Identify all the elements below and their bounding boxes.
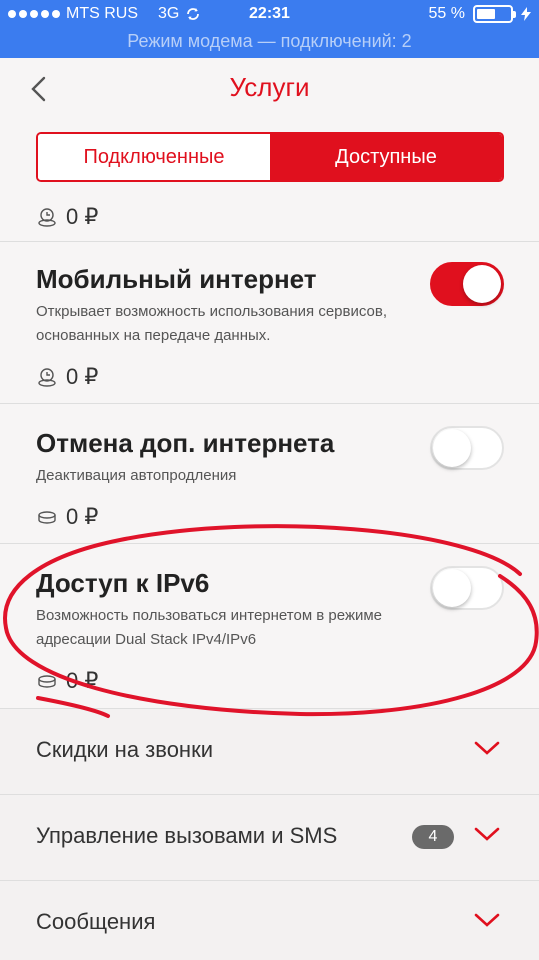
count-badge: 4 [412,825,454,849]
service-title: Мобильный интернет [36,264,317,294]
charging-icon [521,7,531,21]
tab-connected[interactable]: Подключенные [38,134,270,180]
section-calls-and-sms[interactable]: Управление вызовами и SMS 4 [0,794,539,880]
service-title: Отмена доп. интернета [36,428,335,458]
chevron-down-icon [474,913,500,927]
section-call-discounts[interactable]: Скидки на звонки [0,708,539,794]
service-price: 0 ₽ [66,204,99,229]
service-item: Мобильный интернет Открывает возможность… [0,242,539,404]
service-title: Доступ к IPv6 [36,568,210,598]
header: Услуги Подключенные Доступные [0,58,539,204]
chevron-down-icon [474,741,500,755]
section-label: Скидки на звонки [36,737,213,762]
service-price: 0 ₽ [66,364,99,389]
payment-clock-icon [38,368,56,387]
hotspot-banner[interactable]: Режим модема — подключений: 2 [0,31,539,52]
coins-icon [38,675,56,688]
section-label: Управление вызовами и SMS [36,823,338,848]
service-price: 0 ₽ [66,504,99,529]
cancel-extra-internet-toggle[interactable] [430,426,504,470]
section-messages[interactable]: Сообщения [0,880,539,960]
chevron-down-icon [474,827,500,841]
page-title: Услуги [229,72,310,102]
payment-clock-icon [38,208,56,227]
service-item: Доступ к IPv6 Возможность пользоваться и… [0,544,539,708]
section-label: Сообщения [36,909,156,934]
tab-available[interactable]: Доступные [270,134,502,180]
service-item: Отмена доп. интернета Деактивация автопр… [0,404,539,544]
service-price: 0 ₽ [66,668,99,693]
service-description: Открывает возможность использования серв… [36,303,388,344]
ipv6-access-toggle[interactable] [430,566,504,610]
tab-switcher: Подключенные Доступные [36,132,504,182]
battery-icon [473,5,516,23]
mobile-internet-toggle[interactable] [430,262,504,306]
service-item: 0 ₽ [0,204,539,242]
service-description: Деактивация автопродления [36,467,237,484]
service-description: Возможность пользоваться интернетом в ре… [36,607,383,648]
status-bar: MTS RUS 3G 22:31 55 % Режим модема — под… [0,0,539,58]
coins-icon [38,511,56,524]
battery-percent: 55 % [428,5,465,22]
